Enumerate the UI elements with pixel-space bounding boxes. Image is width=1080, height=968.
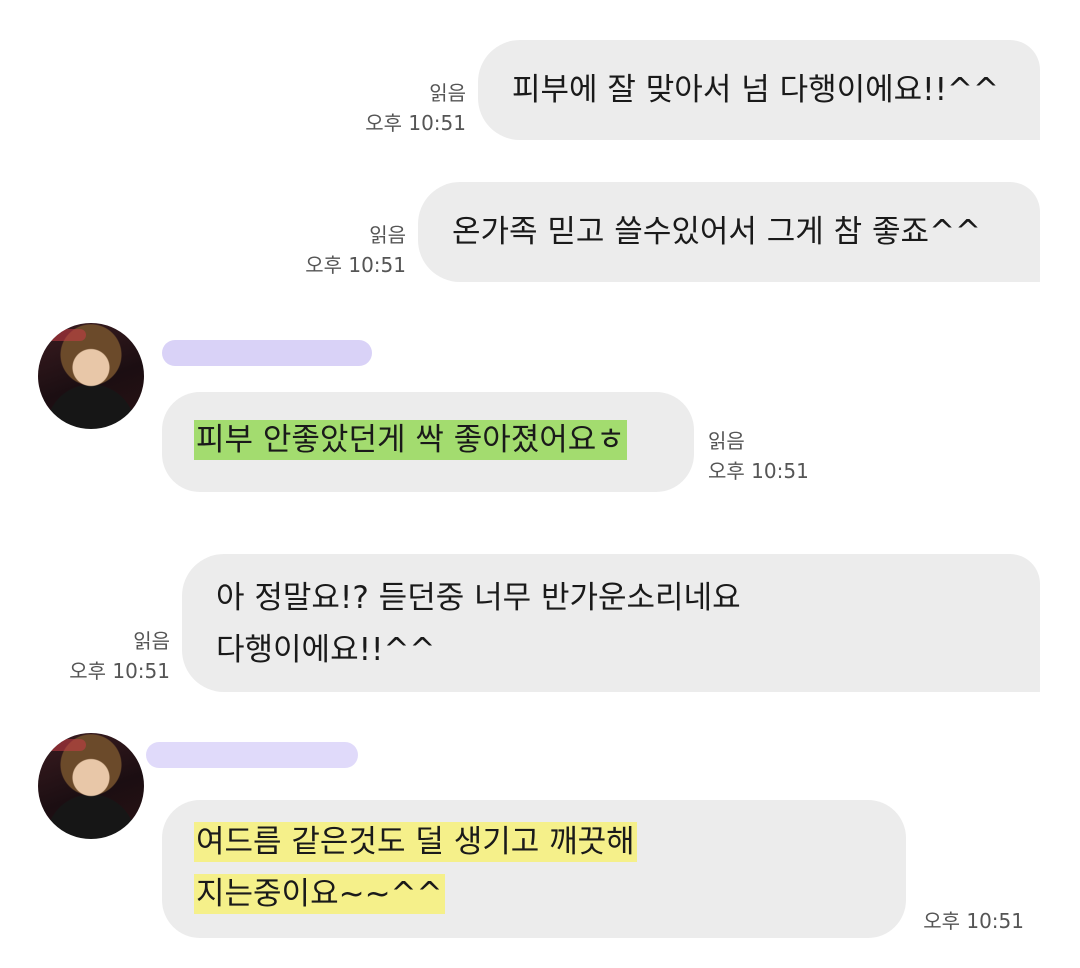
- message-text: 온가족 믿고 쓸수있어서 그게 참 좋죠^^: [452, 214, 982, 250]
- sender-name-redacted: [146, 742, 358, 768]
- sender-name-redacted: [162, 340, 372, 366]
- message-text-line: 아 정말요!? 듣던중 너무 반가운소리네요: [216, 580, 741, 616]
- message-meta: 읽음 오후 10:51: [708, 426, 834, 486]
- message-text: 피부에 잘 맞아서 넘 다행이에요!!^^: [512, 72, 999, 108]
- avatar-highlight: [46, 329, 86, 341]
- read-receipt: 읽음: [708, 429, 745, 453]
- message-time: 오후 10:51: [923, 909, 1024, 933]
- message-text-highlighted: 지는중이요~~^^: [194, 874, 445, 914]
- message-time: 오후 10:51: [69, 659, 170, 683]
- message-meta: 오후 10:51: [900, 906, 1024, 936]
- read-receipt: 읽음: [133, 629, 170, 653]
- message-time: 오후 10:51: [365, 111, 466, 135]
- avatar-highlight: [46, 739, 86, 751]
- message-text-line: 다행이에요!!^^: [216, 632, 436, 668]
- message-text-line: 지는중이요~~^^: [194, 868, 906, 920]
- sender-avatar[interactable]: [38, 323, 144, 429]
- message-bubble-outgoing[interactable]: 온가족 믿고 쓸수있어서 그게 참 좋죠^^: [418, 182, 1040, 282]
- message-meta: 읽음 오후 10:51: [280, 220, 406, 280]
- message-text-highlighted: 여드름 같은것도 덜 생기고 깨끗해: [194, 822, 637, 862]
- message-meta: 읽음 오후 10:51: [44, 626, 170, 686]
- message-bubble-incoming[interactable]: 피부 안좋았던게 싹 좋아졌어요ㅎ: [162, 392, 694, 492]
- message-time: 오후 10:51: [305, 253, 406, 277]
- message-time: 오후 10:51: [708, 459, 809, 483]
- message-text-highlighted: 피부 안좋았던게 싹 좋아졌어요ㅎ: [194, 420, 627, 460]
- sender-avatar[interactable]: [38, 733, 144, 839]
- read-receipt: 읽음: [429, 81, 466, 105]
- message-meta: 읽음 오후 10:51: [340, 78, 466, 138]
- message-bubble-outgoing[interactable]: 피부에 잘 맞아서 넘 다행이에요!!^^: [478, 40, 1040, 140]
- message-bubble-outgoing[interactable]: 아 정말요!? 듣던중 너무 반가운소리네요 다행이에요!!^^: [182, 554, 1040, 692]
- read-receipt: 읽음: [369, 223, 406, 247]
- message-text-line: 여드름 같은것도 덜 생기고 깨끗해: [194, 816, 906, 868]
- chat-thread: 읽음 오후 10:51 피부에 잘 맞아서 넘 다행이에요!!^^ 읽음 오후 …: [0, 0, 1080, 968]
- message-bubble-incoming[interactable]: 여드름 같은것도 덜 생기고 깨끗해 지는중이요~~^^: [162, 800, 906, 938]
